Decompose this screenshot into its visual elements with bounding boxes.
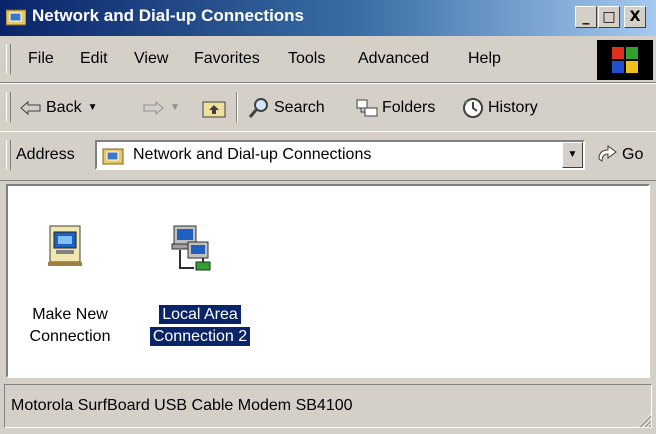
address-label: Address	[16, 146, 75, 163]
make-new-connection-icon	[48, 225, 82, 266]
back-button[interactable]: Back ▼	[20, 84, 97, 131]
network-folder-icon	[102, 148, 124, 165]
menu-advanced[interactable]: Advanced	[358, 50, 429, 68]
status-bar: Motorola SurfBoard USB Cable Modem SB410…	[0, 380, 656, 434]
resize-grip-icon[interactable]	[636, 412, 652, 428]
search-icon	[248, 97, 268, 118]
folders-icon	[356, 99, 378, 116]
file-view: Make New Connection Local Area Connection …	[6, 184, 650, 378]
make-new-connection-item[interactable]: Make New Connection	[10, 186, 130, 376]
menubar-grip[interactable]	[6, 44, 11, 74]
windows-logo-icon	[597, 40, 653, 80]
minimize-button[interactable]: _	[575, 6, 597, 28]
close-button[interactable]: X	[624, 6, 646, 28]
history-icon	[463, 97, 483, 118]
status-panel: Motorola SurfBoard USB Cable Modem SB410…	[4, 384, 652, 428]
title-bar[interactable]: Network and Dial-up Connections _ □ X	[0, 0, 656, 36]
back-dropdown-icon[interactable]: ▼	[88, 102, 98, 113]
menu-view[interactable]: View	[134, 50, 168, 68]
back-arrow-icon	[20, 100, 41, 115]
search-button[interactable]: Search	[248, 84, 325, 131]
local-area-connection-2-item[interactable]: Local Area Connection 2	[140, 186, 260, 376]
network-folder-icon	[6, 9, 26, 26]
folders-label: Folders	[382, 98, 436, 116]
address-value: Network and Dial-up Connections	[133, 146, 372, 163]
explorer-window: Network and Dial-up Connections _ □ X Fi…	[0, 0, 656, 434]
history-button[interactable]: History	[462, 84, 538, 131]
window-title: Network and Dial-up Connections	[32, 6, 305, 25]
menu-favorites[interactable]: Favorites	[194, 50, 260, 68]
status-text: Motorola SurfBoard USB Cable Modem SB410…	[11, 397, 353, 414]
menu-bar: File Edit View Favorites Tools Advanced …	[0, 36, 656, 83]
toolbar-separator	[236, 92, 238, 122]
back-label: Back	[46, 98, 82, 116]
address-field[interactable]: Network and Dial-up Connections	[95, 140, 585, 170]
up-folder-button[interactable]	[202, 84, 226, 131]
up-folder-icon	[202, 101, 226, 117]
go-arrow-icon	[598, 145, 617, 162]
menu-tools[interactable]: Tools	[288, 50, 325, 68]
local-area-connection-icon	[171, 225, 211, 271]
search-label: Search	[274, 98, 325, 116]
history-label: History	[488, 98, 538, 116]
menu-edit[interactable]: Edit	[80, 50, 108, 68]
go-label: Go	[622, 146, 644, 163]
addressbar-grip[interactable]	[6, 140, 11, 170]
folders-button[interactable]: Folders	[356, 84, 435, 131]
address-dropdown-button[interactable]: ▼	[562, 142, 583, 168]
forward-button[interactable]: ▼	[142, 84, 180, 131]
forward-dropdown-icon[interactable]: ▼	[170, 102, 180, 113]
maximize-button[interactable]: □	[598, 6, 620, 28]
menu-help[interactable]: Help	[468, 50, 501, 68]
forward-arrow-icon	[143, 100, 164, 115]
go-button[interactable]: Go	[596, 138, 643, 172]
local-area-connection-2-label: Local Area Connection 2	[140, 304, 260, 348]
menu-file[interactable]: File	[28, 50, 54, 68]
make-new-connection-label: Make New Connection	[29, 306, 111, 345]
standard-toolbar: Back ▼ ▼ Search Folders History	[0, 83, 656, 132]
address-bar: Address Network and Dial-up Connections …	[0, 131, 656, 181]
toolbar-grip[interactable]	[6, 92, 11, 122]
